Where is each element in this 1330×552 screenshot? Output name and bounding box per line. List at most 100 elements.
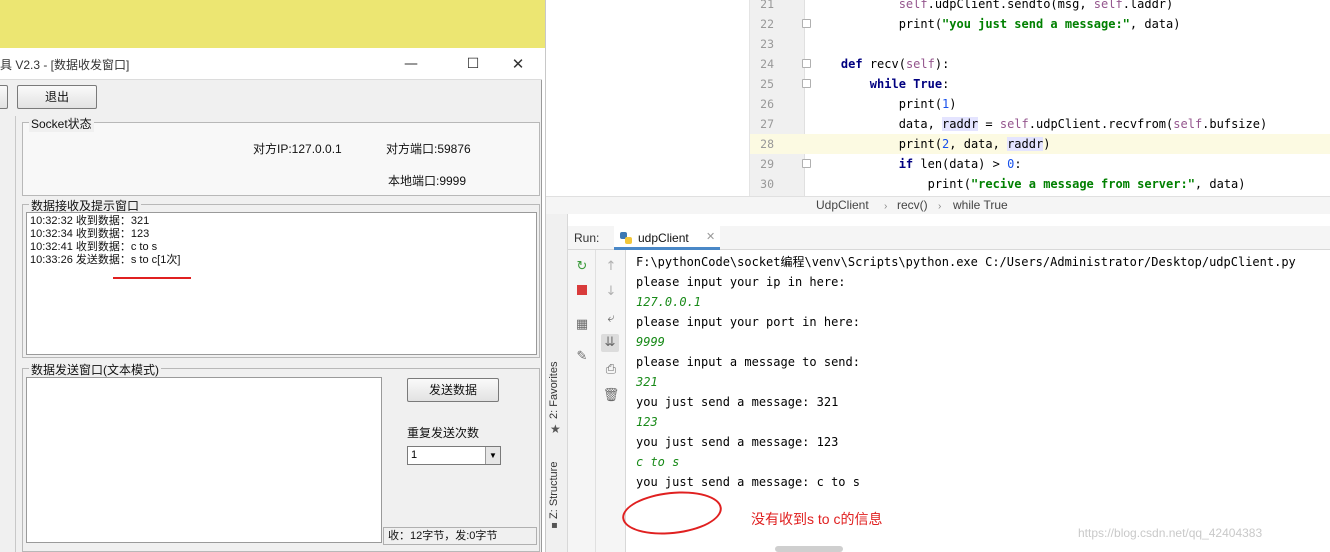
socket-status-group: Socket状态 对方IP:127.0.0.1 对方端口:59876 本地端口:… — [22, 115, 540, 196]
code-text: print("you just send a message:", data) — [812, 17, 1181, 31]
console-input-line: 123 — [636, 415, 658, 429]
screen: 具 V2.3 - [数据收发窗口] — ☐ ✕ 退出 Socket状态 对方IP… — [0, 0, 1330, 552]
socket-tool-window: 具 V2.3 - [数据收发窗口] — ☐ ✕ 退出 Socket状态 对方IP… — [0, 48, 542, 552]
stop-icon[interactable] — [573, 283, 591, 301]
maximize-button[interactable]: ☐ — [458, 52, 488, 76]
console-output-line: you just send a message: 123 — [636, 435, 839, 449]
log-line: 10:32:34 收到数据：123 — [30, 228, 150, 240]
code-text: print(2, data, raddr) — [812, 137, 1051, 151]
run-label: Run: — [574, 231, 600, 245]
log-line: 10:32:32 收到数据：321 — [30, 215, 150, 227]
minimize-button[interactable]: — — [396, 52, 426, 76]
breadcrumb-method[interactable]: recv() — [897, 197, 928, 214]
fold-icon[interactable] — [802, 159, 811, 168]
run-console[interactable]: F:\pythonCode\socket编程\venv\Scripts\pyth… — [626, 250, 1330, 552]
repeat-count-value: 1 — [411, 449, 418, 461]
send-data-button[interactable]: 发送数据 — [407, 378, 499, 402]
remote-ip-label: 对方IP:127.0.0.1 — [253, 142, 342, 156]
code-line[interactable]: 22 print("you just send a message:", dat… — [750, 14, 1330, 34]
console-output-line: please input your ip in here: — [636, 275, 846, 289]
fold-icon[interactable] — [802, 59, 811, 68]
send-group: 数据发送窗口(文本模式) 发送数据 重复发送次数 1 ▼ 收：12字节，发:0字… — [22, 361, 540, 552]
code-line[interactable]: 24 def recv(self): — [750, 54, 1330, 74]
code-text: if len(data) > 0: — [898, 157, 1022, 171]
line-number: 24 — [760, 57, 774, 71]
remote-port-label: 对方端口:59876 — [386, 142, 471, 156]
python-icon — [620, 232, 632, 244]
trash-icon[interactable]: 🗑 — [602, 387, 620, 405]
code-text: data, raddr = self.udpClient.recvfrom(se… — [812, 117, 1268, 131]
line-number: 30 — [760, 177, 774, 191]
code-text: print(1) — [812, 97, 957, 111]
structure-tab[interactable]: Z: Structure — [548, 462, 560, 519]
code-text: self.udpClient.sendto(msg, self.laddr) — [898, 0, 1174, 11]
scroll-to-end-icon[interactable]: ⇊ — [601, 334, 619, 352]
receive-log[interactable]: 10:32:32 收到数据：321 10:32:34 收到数据：123 10:3… — [26, 212, 537, 355]
line-number: 23 — [760, 37, 774, 51]
code-line[interactable]: 29 if len(data) > 0: — [750, 154, 1330, 174]
console-output-line: please input your port in here: — [636, 315, 860, 329]
send-group-title: 数据发送窗口(文本模式) — [29, 361, 161, 378]
local-port-label: 本地端口:9999 — [388, 174, 467, 188]
console-input-line: 127.0.0.1 — [636, 295, 702, 309]
print-icon[interactable]: ⎙ — [602, 361, 620, 379]
console-input-line: 9999 — [636, 335, 665, 349]
code-line[interactable]: 23 — [750, 34, 1330, 54]
code-line[interactable]: 28 print(2, data, raddr) — [750, 134, 1330, 154]
ide-window: 21 self.udpClient.sendto(msg, self.laddr… — [545, 0, 1330, 552]
code-text: while True: — [869, 77, 950, 91]
favorites-tab[interactable]: 2: Favorites — [548, 362, 560, 419]
toolbar-button-partial[interactable] — [0, 85, 8, 109]
code-line[interactable]: 25 while True: — [750, 74, 1330, 94]
code-line[interactable]: 30 print("recive a message from server:"… — [750, 174, 1330, 194]
side-tool-strip: 2: Favorites ★ Z: Structure ▪ — [546, 214, 568, 552]
soft-wrap-icon[interactable]: ⤶ — [602, 310, 620, 328]
breadcrumb-loop[interactable]: while True — [953, 197, 1008, 214]
left-panel-strip — [0, 116, 16, 552]
structure-icon: ▪ — [551, 520, 558, 531]
code-line[interactable]: 26 print(1) — [750, 94, 1330, 114]
fold-icon[interactable] — [802, 79, 811, 88]
pin-icon[interactable]: ✎ — [573, 348, 591, 366]
horizontal-scrollbar[interactable] — [775, 546, 843, 552]
layout-icon[interactable]: ▦ — [573, 316, 591, 334]
rerun-icon[interactable]: ↻ — [573, 258, 591, 276]
code-text: print("recive a message from server:", d… — [812, 177, 1246, 191]
breadcrumb: UdpClient › recv() › while True — [546, 196, 1330, 214]
line-number: 21 — [760, 0, 774, 11]
line-number: 28 — [760, 137, 774, 151]
console-output-line: please input a message to send: — [636, 355, 860, 369]
console-output-line: you just send a message: c to s — [636, 475, 860, 489]
exit-button[interactable]: 退出 — [17, 85, 97, 109]
line-number: 27 — [760, 117, 774, 131]
chevron-down-icon[interactable]: ▼ — [485, 447, 500, 464]
repeat-count-select[interactable]: 1 ▼ — [407, 446, 501, 465]
chevron-right-icon: › — [884, 201, 888, 212]
close-button[interactable]: ✕ — [503, 52, 533, 76]
close-icon[interactable]: ✕ — [706, 230, 715, 243]
receive-group: 数据接收及提示窗口 10:32:32 收到数据：321 10:32:34 收到数… — [22, 197, 540, 358]
send-text-area[interactable] — [26, 377, 382, 543]
code-text: def recv(self): — [840, 57, 950, 71]
console-output-line: F:\pythonCode\socket编程\venv\Scripts\pyth… — [636, 255, 1296, 269]
arrow-down-icon[interactable]: ↓ — [602, 283, 620, 301]
line-number: 26 — [760, 97, 774, 111]
chevron-right-icon: › — [938, 201, 942, 212]
run-tab-udpclient[interactable]: udpClient ✕ — [614, 226, 720, 250]
breadcrumb-class[interactable]: UdpClient — [816, 197, 869, 214]
tool-window-title: 具 V2.3 - [数据收发窗口] — [0, 58, 130, 72]
arrow-up-icon[interactable]: ↑ — [602, 258, 620, 276]
run-toolbar-secondary: ↑ ↓ ⤶ ⇊ ⎙ 🗑 — [596, 250, 626, 552]
console-output-line: you just send a message: 321 — [636, 395, 839, 409]
code-editor[interactable]: 21 self.udpClient.sendto(msg, self.laddr… — [750, 0, 1330, 196]
line-number: 22 — [760, 17, 774, 31]
run-tab-label: udpClient — [638, 231, 689, 245]
star-icon: ★ — [550, 422, 561, 436]
watermark: https://blog.csdn.net/qq_42404383 — [1078, 526, 1263, 540]
tool-title-bar[interactable]: 具 V2.3 - [数据收发窗口] — ☐ ✕ — [0, 48, 542, 80]
code-line[interactable]: 21 self.udpClient.sendto(msg, self.laddr… — [750, 0, 1330, 14]
run-toolbar-primary: ↻ ▦ ✎ — [568, 250, 596, 552]
socket-status-title: Socket状态 — [29, 115, 94, 132]
fold-icon[interactable] — [802, 19, 811, 28]
code-line[interactable]: 27 data, raddr = self.udpClient.recvfrom… — [750, 114, 1330, 134]
